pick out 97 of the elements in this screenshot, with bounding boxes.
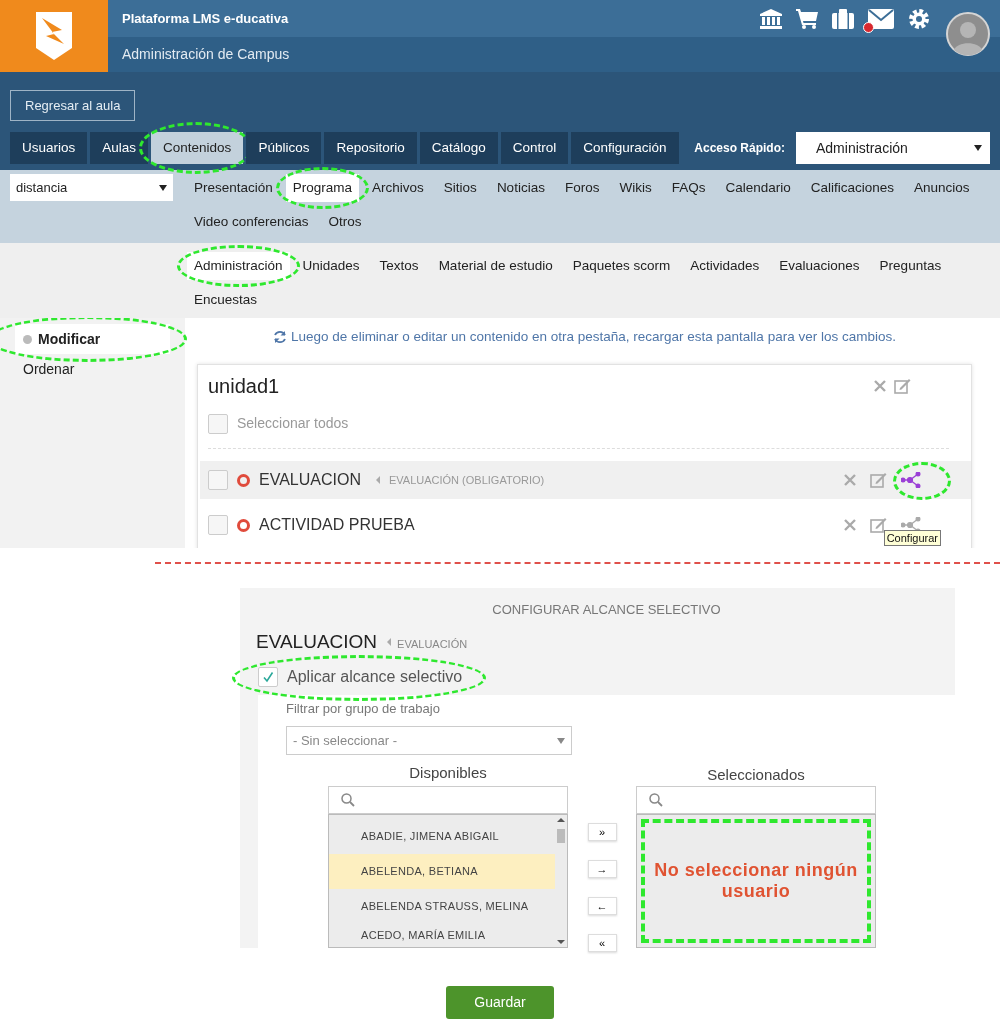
move-button[interactable]: → [587,860,617,878]
move-button[interactable]: « [587,934,617,952]
caret-icon [375,476,380,484]
activity-title: EVALUACION [256,630,378,654]
course-select[interactable]: distancia [10,174,173,201]
briefcase-icon[interactable] [832,8,854,29]
search-field[interactable] [328,786,568,814]
menu-item[interactable]: Foros [557,174,607,202]
caret-icon [387,638,392,647]
quick-access-select[interactable]: Administración [796,132,990,164]
settings-icon[interactable] [908,7,930,30]
tooltip: Configurar [883,530,941,546]
content-title: EVALUACION [259,470,361,490]
menu-item[interactable]: Wikis [612,174,659,202]
section-subtitle: Administración de Campus [122,45,290,64]
menu-item[interactable]: Preguntas [872,252,949,280]
content-row[interactable]: ACTIVIDAD PRUEBA Configurar [200,506,971,544]
selected-heading: Seleccionados [706,765,806,785]
caret-icon [974,145,982,151]
move-button[interactable]: ← [587,897,617,915]
search-field[interactable] [636,786,876,814]
nav-tab[interactable]: Control [500,132,569,164]
unit-title: unidad1 [208,374,280,399]
group-select[interactable]: - Sin seleccionar - [286,726,572,755]
nav-tab[interactable]: Contenidos [151,132,244,164]
move-button[interactable]: » [587,823,617,841]
menu-item[interactable]: Otros [321,208,369,236]
menu-item[interactable]: Material de estudio [431,252,560,280]
menu-item[interactable]: Textos [372,252,426,280]
apply-checkbox[interactable] [258,666,278,687]
row-checkbox[interactable] [208,515,228,535]
nav-tab[interactable]: Repositorio [324,132,417,164]
content-type: EVALUACIÓN (OBLIGATORIO) [388,472,545,488]
menu-item[interactable]: Unidades [295,252,367,280]
search-icon [649,793,663,807]
refresh-icon[interactable] [273,330,288,344]
network-icon[interactable] [901,472,921,488]
menu-item[interactable]: Encuestas [187,286,265,314]
save-button[interactable]: Guardar [446,986,554,1019]
list-item[interactable]: ABADIE, JIMENA ABIGAIL [329,819,555,854]
content-title: ACTIVIDAD PRUEBA [259,515,415,535]
ring-icon [237,473,250,487]
available-heading: Disponibles [408,763,488,783]
edit-icon[interactable] [870,472,887,488]
avatar[interactable] [946,12,990,56]
nav-tab[interactable]: Aulas [90,132,149,164]
quick-access-label: Acceso Rápido: [694,140,785,157]
menu-item[interactable]: Sitios [436,174,484,202]
menu-item[interactable]: Administración [187,252,290,280]
menu-item[interactable]: Anuncios [907,174,977,202]
activity-type: EVALUACIÓN [397,637,468,652]
menu-item[interactable]: Calendario [718,174,798,202]
checkmark-icon [262,670,274,683]
list-item[interactable]: ABELENDA, BETIANA [329,854,555,889]
menu-item[interactable]: Calificaciones [803,174,901,202]
select-all-label: Seleccionar todos [237,414,349,433]
close-icon[interactable] [874,380,886,392]
select-all-checkbox[interactable] [208,413,228,434]
menu-item[interactable]: Actividades [683,252,767,280]
menu-item[interactable]: Archivos [365,174,431,202]
menu-item[interactable]: Evaluaciones [772,252,867,280]
bank-icon[interactable] [760,8,782,29]
close-icon[interactable] [844,474,856,486]
caret-icon [159,184,167,191]
search-icon [341,793,355,807]
back-button[interactable]: Regresar al aula [10,90,136,121]
menu-item[interactable]: FAQs [664,174,713,202]
menu-item[interactable]: Noticias [489,174,552,202]
apply-label: Aplicar alcance selectivo [287,666,463,687]
dialog-heading: CONFIGURAR ALCANCE SELECTIVO [491,601,722,619]
sidebar-item[interactable]: Ordenar [15,354,170,384]
menu-item[interactable]: Video conferencias [187,208,316,236]
edit-icon[interactable] [870,517,887,533]
menu-item[interactable]: Paquetes scorm [565,252,678,280]
caret-icon [557,737,565,744]
nav-tab[interactable]: Configuración [571,132,679,164]
menu-item[interactable]: Programa [285,174,360,202]
nav-tab[interactable]: Públicos [246,132,322,164]
ring-icon [237,518,250,532]
bullet-dot [23,334,32,344]
menu-item[interactable]: Presentación [187,174,280,202]
logo-icon [34,10,74,62]
filter-label: Filtrar por grupo de trabajo [286,699,441,718]
close-icon[interactable] [844,519,856,531]
nav-tab[interactable]: Catálogo [419,132,498,164]
edit-icon[interactable] [894,378,911,394]
content-row[interactable]: EVALUACION EVALUACIÓN (OBLIGATORIO) [200,461,971,499]
list-item[interactable]: ACEDO, MARÍA EMILIA [329,924,555,946]
annotation-note: No seleccionar ningún usuario [653,860,859,902]
list-item[interactable]: ABELENDA STRAUSS, MELINA [329,889,555,924]
sidebar-item[interactable]: Modificar [15,324,170,354]
nav-tab[interactable]: Usuarios [10,132,88,164]
reload-notice: Luego de eliminar o editar un contenido en otra pestaña, recargar esta pantalla para ver los cambios. [197,326,972,348]
row-checkbox[interactable] [208,470,228,490]
platform-title: Plataforma LMS e-ducativa [122,9,289,28]
cart-icon[interactable] [796,8,818,29]
envelope-icon[interactable] [868,8,894,29]
